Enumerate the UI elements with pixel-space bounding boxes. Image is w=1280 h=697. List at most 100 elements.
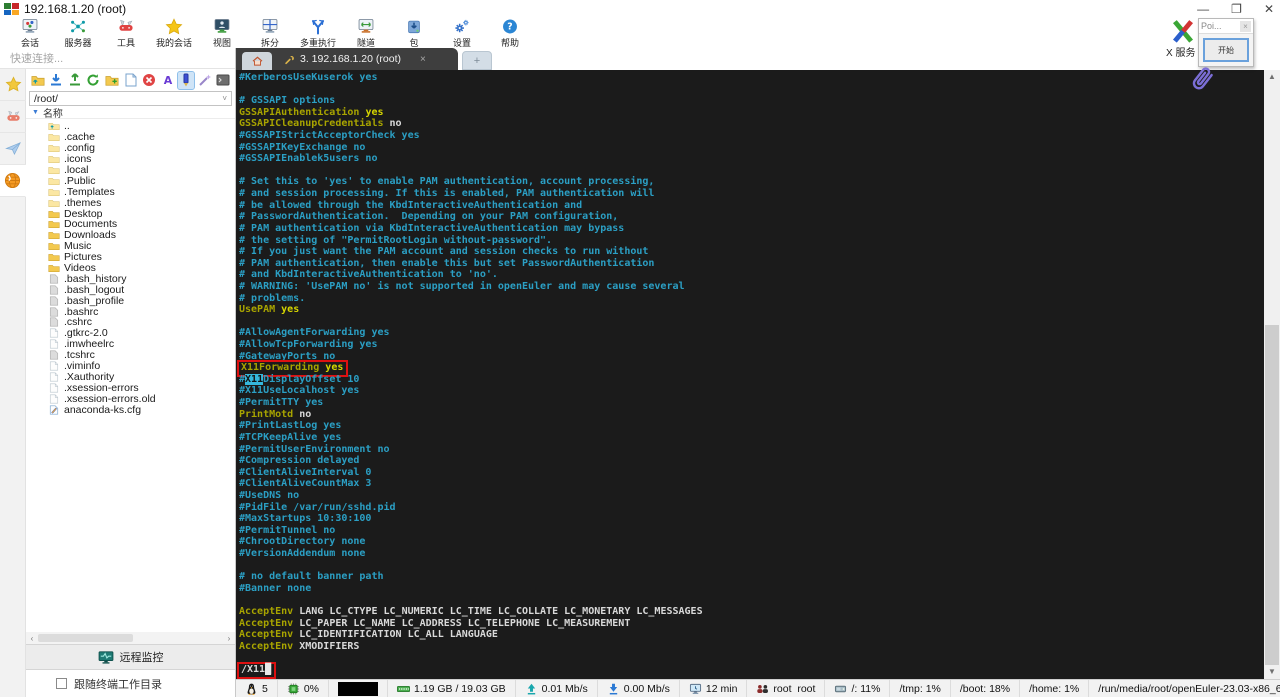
- quick-connect-input[interactable]: 快速连接...: [0, 48, 235, 69]
- file-row[interactable]: Music: [26, 240, 235, 252]
- filetool-wand-button[interactable]: [197, 72, 213, 89]
- toolbar-servers-button[interactable]: 服务器: [54, 18, 102, 48]
- terminal-line: #GSSAPIKeyExchange no: [239, 141, 366, 153]
- file-row[interactable]: ..: [26, 121, 235, 132]
- toolbar-multiexec-button[interactable]: 多重执行: [294, 18, 342, 48]
- terminal-line: #GSSAPIEnablek5users no: [239, 153, 378, 165]
- file-icon: [48, 317, 60, 327]
- file-row[interactable]: .Public: [26, 175, 235, 187]
- active-session-tab[interactable]: 3. 192.168.1.20 (root) ×: [276, 53, 426, 65]
- toolbar-split-button[interactable]: 拆分: [246, 18, 294, 48]
- toolbar-tools-button[interactable]: 工具: [102, 18, 150, 48]
- sidebar-tab-macros[interactable]: [0, 133, 26, 165]
- file-row[interactable]: .cshrc: [26, 316, 235, 328]
- svg-text:?: ?: [507, 22, 512, 33]
- file-row[interactable]: Videos: [26, 262, 235, 274]
- file-row[interactable]: .local: [26, 164, 235, 176]
- file-row[interactable]: .bashrc: [26, 306, 235, 318]
- file-row[interactable]: Documents: [26, 218, 235, 230]
- xserver-icon[interactable]: [1170, 20, 1196, 44]
- file-row[interactable]: .gtkrc-2.0: [26, 327, 235, 339]
- folder-icon: [48, 209, 60, 219]
- file-row[interactable]: .config: [26, 142, 235, 154]
- status-disk-usage: /boot: 18%: [951, 680, 1021, 697]
- hscroll-thumb[interactable]: [38, 634, 133, 642]
- sort-triangle-icon: ▼: [32, 108, 39, 116]
- scroll-left-icon[interactable]: ‹: [26, 634, 38, 643]
- filetool-edit-button[interactable]: [177, 70, 195, 90]
- file-row[interactable]: .bash_profile: [26, 295, 235, 307]
- file-row[interactable]: .cache: [26, 131, 235, 143]
- statusbar: 5 0% 1.19 GB / 19.03 GB 0.01 Mb/s 0.00 Mb/s 1…: [236, 679, 1280, 697]
- folder-icon: [48, 165, 60, 175]
- filetool-new-folder-button[interactable]: [104, 72, 120, 89]
- toolbar-packages-button[interactable]: 包: [390, 18, 438, 48]
- new-tab-button[interactable]: +: [462, 51, 492, 70]
- file-row[interactable]: .themes: [26, 197, 235, 209]
- popup-close-icon[interactable]: ×: [1240, 20, 1251, 32]
- terminal[interactable]: #KerberosUseKuserok yes # GSSAPI options…: [236, 70, 1264, 679]
- remote-monitor-button[interactable]: 远程监控: [26, 644, 235, 670]
- sidebar-tab-sessions[interactable]: [0, 69, 26, 101]
- horizontal-scrollbar[interactable]: ‹ ›: [26, 632, 235, 644]
- chevron-down-icon: ˅: [222, 94, 227, 103]
- vscroll-thumb[interactable]: [1265, 325, 1279, 665]
- follow-terminal-dir-checkbox[interactable]: [56, 678, 67, 689]
- file-icon: [48, 394, 60, 404]
- terminal-line: /X11█: [237, 662, 1264, 679]
- file-row[interactable]: Downloads: [26, 229, 235, 241]
- status-cpu: 0%: [278, 680, 330, 697]
- file-row[interactable]: anaconda-ks.cfg: [26, 404, 235, 416]
- tab-close-icon[interactable]: ×: [420, 54, 426, 65]
- file-row[interactable]: .Xauthority: [26, 371, 235, 383]
- filetool-upload-button[interactable]: [67, 72, 83, 89]
- file-row[interactable]: Pictures: [26, 251, 235, 263]
- file-row[interactable]: .xsession-errors.old: [26, 393, 235, 405]
- sidebar-tab-tools[interactable]: [0, 101, 26, 133]
- file-row[interactable]: .xsession-errors: [26, 382, 235, 394]
- file-row[interactable]: .imwheelrc: [26, 338, 235, 350]
- scroll-up-icon[interactable]: ▲: [1264, 70, 1280, 84]
- filetool-parent-dir-button[interactable]: [30, 72, 46, 89]
- terminal-line: #VersionAddendum none: [239, 547, 366, 559]
- filetool-new-file-button[interactable]: [123, 72, 139, 89]
- file-toolbar: A: [26, 69, 235, 91]
- filetool-rename-button[interactable]: A: [160, 72, 176, 89]
- minimize-button[interactable]: —: [1197, 2, 1209, 16]
- status-disk: /: 11%: [825, 680, 891, 697]
- xserver-popup-start-button[interactable]: 开始: [1203, 38, 1249, 62]
- file-row[interactable]: .icons: [26, 153, 235, 165]
- file-row[interactable]: Desktop: [26, 208, 235, 220]
- toolbar-view-button[interactable]: 视图: [198, 18, 246, 48]
- filetool-delete-button[interactable]: [141, 72, 157, 89]
- terminal-line: #GatewayPorts no: [239, 350, 336, 362]
- file-row[interactable]: .bash_history: [26, 273, 235, 285]
- toolbar-mysessions-button[interactable]: 我的会话: [150, 18, 198, 48]
- file-row[interactable]: .tcshrc: [26, 349, 235, 361]
- toolbar-session-button[interactable]: 会话: [6, 18, 54, 48]
- file-row[interactable]: .Templates: [26, 186, 235, 198]
- file-list-header[interactable]: ▼ 名称: [26, 106, 235, 120]
- file-icon: [48, 361, 60, 371]
- scroll-right-icon[interactable]: ›: [223, 634, 235, 643]
- filetool-refresh-button[interactable]: [86, 72, 102, 89]
- tunneling-icon: [354, 18, 378, 35]
- sidebar-tab-sftp[interactable]: [0, 165, 26, 197]
- file-row[interactable]: .viminfo: [26, 360, 235, 372]
- settings-icon: [450, 18, 474, 35]
- close-button[interactable]: ✕: [1264, 2, 1274, 16]
- toolbar-help-button[interactable]: ? 帮助: [486, 18, 534, 48]
- file-row[interactable]: .bash_logout: [26, 284, 235, 296]
- terminal-line: #PermitTTY yes: [239, 397, 324, 409]
- maximize-button[interactable]: ❐: [1231, 2, 1242, 16]
- scroll-down-icon[interactable]: ▼: [1264, 665, 1280, 679]
- toolbar-tunneling-button[interactable]: 隧道: [342, 18, 390, 48]
- filetool-exec-button[interactable]: [215, 72, 231, 89]
- terminal-scrollbar[interactable]: ▲ ▼: [1264, 70, 1280, 679]
- terminal-line: GSSAPIAuthentication yes: [239, 106, 384, 118]
- home-tab[interactable]: [242, 52, 272, 70]
- toolbar-settings-button[interactable]: 设置: [438, 18, 486, 48]
- file-icon: [48, 328, 60, 338]
- filetool-download-button[interactable]: [49, 72, 65, 89]
